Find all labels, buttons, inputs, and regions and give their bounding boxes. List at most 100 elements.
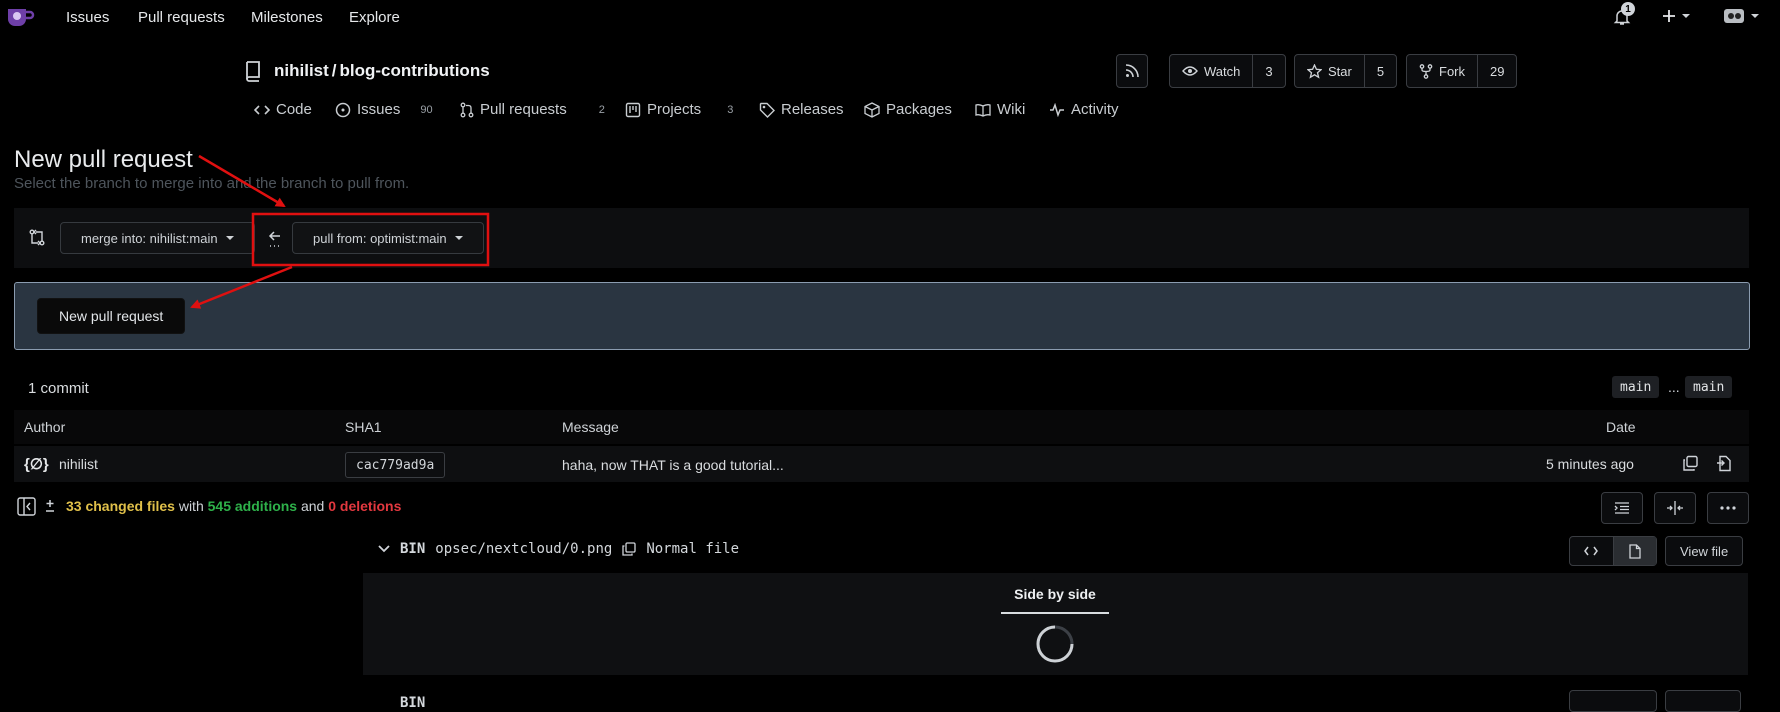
- next-file-view-toggle[interactable]: [1569, 690, 1657, 712]
- toggle-file-tree-icon[interactable]: [17, 497, 36, 516]
- pull-from-label: pull from: optimist:main: [313, 230, 447, 246]
- top-nav: Issues Pull requests Milestones Explore …: [0, 0, 1780, 34]
- fork-count[interactable]: 29: [1477, 55, 1516, 87]
- code-view-button[interactable]: [1570, 537, 1613, 565]
- nav-milestones[interactable]: Milestones: [251, 9, 323, 26]
- tab-projects-label: Projects: [647, 101, 702, 118]
- tab-issues-label: Issues: [357, 101, 401, 118]
- tab-pull-requests-count: 2: [598, 103, 605, 116]
- watch-count[interactable]: 3: [1252, 55, 1284, 87]
- file-mode: Normal file: [646, 541, 740, 557]
- file-type-badge: BIN: [400, 541, 426, 557]
- list-unordered-icon: [1614, 502, 1630, 514]
- pulse-icon: [1049, 102, 1065, 117]
- tab-packages[interactable]: Packages: [864, 101, 952, 118]
- user-avatar[interactable]: [1723, 6, 1759, 26]
- rss-icon: [1125, 55, 1139, 87]
- project-icon: [625, 102, 641, 118]
- tab-wiki[interactable]: Wiki: [975, 101, 1025, 118]
- fork-button[interactable]: Fork: [1407, 55, 1477, 87]
- avatar: {∅}: [24, 456, 49, 473]
- tab-side-by-side[interactable]: Side by side: [1001, 575, 1109, 614]
- watch-button[interactable]: Watch: [1170, 55, 1252, 87]
- commit-count: 1 commit: [28, 380, 89, 397]
- create-plus-icon[interactable]: [1662, 9, 1690, 23]
- fork-icon: [1419, 63, 1433, 79]
- chevron-down-icon[interactable]: [378, 545, 390, 553]
- code-icon: [254, 104, 270, 116]
- base-ref-badge: main: [1612, 376, 1660, 398]
- file-path: opsec/nextcloud/0.png: [435, 541, 613, 557]
- diff-with-text: with: [178, 498, 204, 514]
- copy-path-icon[interactable]: [622, 542, 636, 556]
- more-options-button[interactable]: [1707, 492, 1749, 524]
- kebab-horizontal-icon: [1720, 506, 1736, 510]
- package-icon: [864, 101, 880, 118]
- star-button[interactable]: Star: [1295, 55, 1364, 87]
- new-pull-request-button[interactable]: New pull request: [37, 298, 186, 334]
- repo-owner-link[interactable]: nihilist: [274, 61, 329, 80]
- repo-name-link[interactable]: blog-contributions: [340, 61, 490, 80]
- star-count[interactable]: 5: [1363, 55, 1396, 87]
- commit-author-link[interactable]: nihilist: [59, 456, 98, 472]
- col-date: Date: [1606, 419, 1636, 435]
- tab-wiki-label: Wiki: [997, 101, 1026, 118]
- star-button-group: Star 5: [1294, 54, 1398, 88]
- split-diff-icon: [1666, 501, 1684, 515]
- nav-explore[interactable]: Explore: [349, 9, 400, 26]
- tab-code-label: Code: [276, 101, 312, 118]
- tab-releases[interactable]: Releases: [759, 101, 844, 118]
- git-pull-request-icon: [460, 102, 474, 118]
- logo-icon[interactable]: [6, 6, 36, 28]
- tab-issues[interactable]: Issues 90: [335, 101, 433, 118]
- additions-count: 545 additions: [207, 498, 298, 514]
- rss-button[interactable]: [1116, 54, 1148, 88]
- commit-table-header: [14, 410, 1749, 444]
- fork-button-group: Fork 29: [1406, 54, 1518, 88]
- file-icon: [1629, 543, 1641, 559]
- tab-activity-label: Activity: [1071, 101, 1119, 118]
- ref-dots: ...: [1668, 379, 1680, 395]
- tab-packages-label: Packages: [886, 101, 952, 118]
- commit-date: 5 minutes ago: [1546, 456, 1634, 472]
- tab-activity[interactable]: Activity: [1049, 101, 1119, 118]
- view-file-button[interactable]: View file: [1665, 536, 1744, 566]
- changed-files-link[interactable]: 33 changed files: [66, 498, 175, 514]
- tab-pull-requests-label: Pull requests: [480, 101, 567, 118]
- col-sha: SHA1: [345, 419, 382, 435]
- watch-button-group: Watch 3: [1169, 54, 1286, 88]
- star-icon: [1307, 63, 1322, 79]
- tab-pull-requests[interactable]: Pull requests 2: [460, 101, 605, 118]
- tab-projects[interactable]: Projects 3: [625, 101, 733, 118]
- chevron-down-icon: [225, 236, 234, 240]
- copy-sha-icon[interactable]: [1682, 455, 1699, 472]
- commit-sha-link[interactable]: cac779ad9a: [345, 452, 446, 478]
- nav-pull-requests[interactable]: Pull requests: [138, 9, 225, 26]
- page-subtitle: Select the branch to merge into and the …: [14, 175, 410, 192]
- book-icon: [975, 103, 991, 117]
- notification-count-badge: 1: [1621, 2, 1635, 16]
- next-file-type: BIN: [400, 695, 426, 711]
- commit-message-link[interactable]: haha, now THAT is a good tutorial...: [562, 457, 784, 473]
- browse-files-icon[interactable]: [1716, 455, 1733, 472]
- diff-and-text: and: [300, 498, 325, 514]
- rendered-view-button[interactable]: [1612, 537, 1656, 565]
- tab-projects-count: 3: [727, 103, 734, 116]
- head-ref-badge: main: [1685, 376, 1733, 398]
- tab-code[interactable]: Code: [254, 101, 312, 118]
- chevron-down-icon: [454, 236, 463, 240]
- unified-view-button[interactable]: [1601, 492, 1643, 524]
- pull-from-dropdown[interactable]: pull from: optimist:main: [292, 222, 484, 254]
- repo-separator: /: [331, 61, 337, 80]
- code-icon: [1584, 546, 1599, 556]
- eye-icon: [1182, 65, 1198, 77]
- loading-spinner-icon: [1035, 624, 1075, 664]
- nav-issues[interactable]: Issues: [66, 9, 109, 26]
- merge-into-dropdown[interactable]: merge into: nihilist:main: [60, 222, 255, 254]
- fork-label: Fork: [1439, 63, 1465, 79]
- new-pull-request-box: New pull request: [14, 282, 1750, 350]
- issue-opened-icon: [335, 102, 351, 118]
- split-view-button[interactable]: [1654, 492, 1696, 524]
- next-view-file-button[interactable]: [1665, 690, 1741, 712]
- col-message: Message: [562, 419, 619, 435]
